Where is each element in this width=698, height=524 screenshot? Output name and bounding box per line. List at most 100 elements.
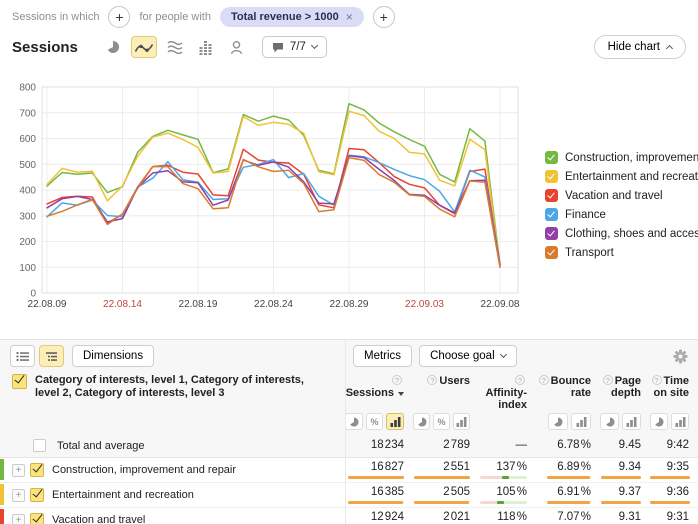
list-view-button[interactable] xyxy=(10,345,35,367)
help-icon[interactable]: ? xyxy=(515,375,525,385)
pie-mini-icon xyxy=(654,417,664,427)
y-axis-tick-label: 600 xyxy=(19,134,36,145)
bar-display-button[interactable] xyxy=(386,413,404,430)
cell-value: 9:35 xyxy=(650,461,689,473)
row-label-cell[interactable]: +Construction, improvement and repair xyxy=(0,458,345,482)
tree-view-button[interactable] xyxy=(39,345,64,367)
expand-row-button[interactable]: + xyxy=(12,464,25,477)
cell-users: 2 789 xyxy=(413,434,479,457)
table-header-section: Dimensions Metrics Choose goal Catego xyxy=(0,340,698,434)
table-settings-button[interactable] xyxy=(673,349,688,364)
legend-checkbox[interactable] xyxy=(545,246,558,259)
legend-item-vacation-and-travel[interactable]: Vacation and travel xyxy=(545,186,698,205)
legend-checkbox[interactable] xyxy=(545,151,558,164)
list-view-icon xyxy=(16,351,29,362)
metrics-button[interactable]: Metrics xyxy=(353,345,412,367)
report-table: Dimensions Metrics Choose goal Catego xyxy=(0,339,698,524)
row-checkbox[interactable] xyxy=(30,463,44,477)
expand-row-button[interactable]: + xyxy=(12,514,25,524)
toolbar-left: Dimensions xyxy=(0,340,345,372)
cell-page_depth: 9.37 xyxy=(600,483,650,507)
legend-item-entertainment-and-recreation[interactable]: Entertainment and recreation xyxy=(545,167,698,186)
display-buttons-sessions: % xyxy=(345,411,413,434)
cell-users: 2 551 xyxy=(413,458,479,482)
row-checkbox[interactable] xyxy=(30,513,44,524)
help-icon[interactable]: ? xyxy=(652,375,662,385)
row-checkbox-wrap xyxy=(33,439,46,455)
pie-display-button[interactable] xyxy=(413,413,430,430)
row-checkbox[interactable] xyxy=(30,488,44,502)
legend-item-transport[interactable]: Transport xyxy=(545,243,698,262)
legend-item-clothing-shoes-and-accessories[interactable]: Clothing, shoes and accessories xyxy=(545,224,698,243)
pie-display-button[interactable] xyxy=(600,413,619,430)
row-label-cell[interactable]: +Vacation and travel xyxy=(0,508,345,524)
column-header-time[interactable]: ?Time on site xyxy=(650,372,698,411)
annotations-dropdown[interactable]: 7/7 xyxy=(262,36,327,58)
chip-remove-icon[interactable]: × xyxy=(346,12,353,22)
bar-display-button[interactable] xyxy=(571,413,591,430)
add-session-condition-button[interactable]: + xyxy=(108,6,130,28)
legend-item-construction-improvement-and-repair[interactable]: Construction, improvement and repair xyxy=(545,148,698,167)
table-row-construction-improvement-and-repair[interactable]: +Construction, improvement and repair16 … xyxy=(0,458,698,483)
line-chart-type-button[interactable] xyxy=(131,36,157,58)
pie-display-button[interactable] xyxy=(345,413,363,430)
pie-display-button[interactable] xyxy=(650,413,668,430)
dimensions-button[interactable]: Dimensions xyxy=(72,345,154,367)
pie-display-button[interactable] xyxy=(548,413,568,430)
column-header-users[interactable]: ?Users xyxy=(413,372,479,411)
cell-value: 6.78 % xyxy=(536,439,591,451)
row-label-cell[interactable]: Total and average xyxy=(0,434,345,457)
chart-title: Sessions xyxy=(12,39,78,56)
legend-item-finance[interactable]: Finance xyxy=(545,205,698,224)
stacked-lines-icon xyxy=(167,40,183,54)
checkmark-icon xyxy=(547,191,555,199)
metric-bar-fill xyxy=(547,501,590,504)
table-row-vacation-and-travel[interactable]: +Vacation and travel12 9242 021118 %7.07… xyxy=(0,508,698,524)
bar-mini-icon xyxy=(576,416,587,427)
stacked-chart-type-button[interactable] xyxy=(162,36,188,58)
cell-value: 105 % xyxy=(479,486,527,498)
pie-chart-type-button[interactable] xyxy=(100,36,126,58)
help-icon[interactable]: ? xyxy=(539,375,549,385)
expand-row-button[interactable]: + xyxy=(12,489,25,502)
column-header-sessions[interactable]: ?Sessions xyxy=(345,372,413,411)
column-header-affinity[interactable]: ?Affinity-index xyxy=(479,372,536,411)
legend-checkbox[interactable] xyxy=(545,227,558,240)
legend-label: Entertainment and recreation xyxy=(558,171,698,183)
row-label-cell[interactable]: +Entertainment and recreation xyxy=(0,483,345,507)
bar-display-button[interactable] xyxy=(622,413,641,430)
row-checkbox[interactable] xyxy=(33,439,46,452)
column-header-bounce[interactable]: ?Bounce rate xyxy=(536,372,600,411)
percent-display-button[interactable]: % xyxy=(366,413,384,430)
bar-display-button[interactable] xyxy=(453,413,470,430)
help-icon[interactable]: ? xyxy=(603,375,613,385)
legend-checkbox[interactable] xyxy=(545,189,558,202)
cell-time: 9:31 xyxy=(650,508,698,524)
hide-chart-button[interactable]: Hide chart xyxy=(594,35,686,59)
percent-display-button[interactable]: % xyxy=(433,413,450,430)
checkmark-icon xyxy=(32,487,42,498)
map-chart-type-button[interactable] xyxy=(224,36,250,58)
legend-label: Clothing, shoes and accessories xyxy=(558,228,698,240)
legend-checkbox[interactable] xyxy=(545,170,558,183)
table-row-total-and-average[interactable]: Total and average18 2342 789—6.78 %9.459… xyxy=(0,434,698,458)
legend-label: Vacation and travel xyxy=(558,190,663,202)
column-header-page_depth[interactable]: ?Page depth xyxy=(600,372,650,411)
pie-mini-icon xyxy=(349,417,359,427)
column-chart-type-button[interactable] xyxy=(193,36,219,58)
table-row-entertainment-and-recreation[interactable]: +Entertainment and recreation16 3852 505… xyxy=(0,483,698,508)
cell-bounce: 6.78 % xyxy=(536,434,600,457)
cell-affinity: 118 % xyxy=(479,508,536,524)
choose-goal-button[interactable]: Choose goal xyxy=(419,345,517,367)
metric-bar-fill xyxy=(414,476,470,479)
legend-checkbox[interactable] xyxy=(545,208,558,221)
help-icon[interactable]: ? xyxy=(427,375,437,385)
filter-chip-total-revenue[interactable]: Total revenue > 1000 × xyxy=(220,7,364,27)
bar-display-button[interactable] xyxy=(671,413,689,430)
metric-bar-fill xyxy=(650,501,690,504)
help-icon[interactable]: ? xyxy=(392,375,402,385)
affinity-indicator-bar xyxy=(480,476,527,479)
dimension-checkbox[interactable] xyxy=(12,374,27,389)
dimension-header-cell[interactable]: Category of interests, level 1, Category… xyxy=(0,372,345,411)
add-people-condition-button[interactable]: + xyxy=(373,6,395,28)
